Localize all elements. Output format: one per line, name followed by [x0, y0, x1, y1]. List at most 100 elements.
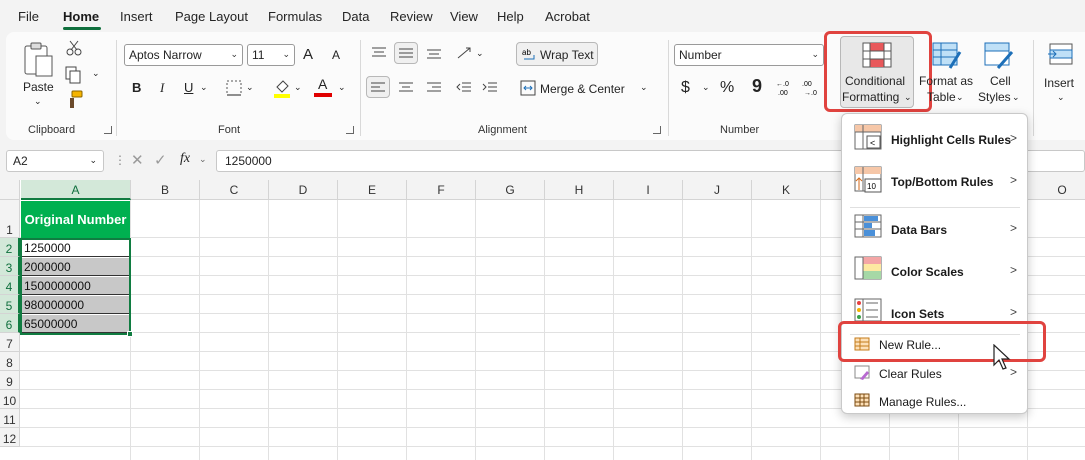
menu-item-color-scales[interactable]: Color Scales >: [842, 252, 1027, 290]
menu-item-top-bottom-rules[interactable]: 10 Top/Bottom Rules >: [842, 164, 1027, 202]
column-header[interactable]: I: [614, 180, 683, 200]
row-header[interactable]: 5: [0, 295, 20, 314]
tab-review[interactable]: Review: [390, 9, 433, 24]
menu-item-manage-rules[interactable]: Manage Rules...: [842, 388, 1027, 414]
fill-handle[interactable]: [127, 331, 133, 337]
column-header[interactable]: C: [200, 180, 269, 200]
row-header[interactable]: 10: [0, 390, 20, 409]
decrease-indent-icon[interactable]: [456, 81, 472, 95]
underline-button[interactable]: U: [184, 80, 193, 95]
decrease-decimal-icon[interactable]: .00→.0: [802, 78, 822, 98]
more-options-icon[interactable]: ⋮: [114, 153, 126, 167]
align-right-icon[interactable]: [426, 81, 442, 95]
font-color-icon[interactable]: A: [314, 76, 332, 98]
row-header[interactable]: 2: [0, 238, 20, 257]
row-header[interactable]: 4: [0, 276, 20, 295]
orientation-chevron-icon[interactable]: ⌄: [476, 48, 484, 59]
borders-icon[interactable]: [226, 80, 242, 96]
format-as-table-label-1[interactable]: Format as: [919, 74, 973, 88]
paste-label[interactable]: Paste: [23, 80, 54, 94]
underline-chevron-icon[interactable]: ⌄: [200, 82, 208, 93]
tab-view[interactable]: View: [450, 9, 478, 24]
tab-formulas[interactable]: Formulas: [268, 9, 322, 24]
font-size-combo[interactable]: 11 ⌄: [247, 44, 295, 66]
paste-icon[interactable]: [22, 40, 54, 78]
number-format-combo[interactable]: Number ⌄: [674, 44, 824, 66]
insert-chevron-icon[interactable]: ⌄: [1057, 92, 1065, 103]
insert-cells-icon[interactable]: [1046, 42, 1076, 70]
currency-button[interactable]: $: [681, 79, 690, 97]
column-header[interactable]: F: [407, 180, 476, 200]
increase-indent-icon[interactable]: [482, 81, 498, 95]
format-as-table-label-2[interactable]: Table: [927, 90, 956, 104]
font-name-combo[interactable]: Aptos Narrow ⌄: [124, 44, 243, 66]
tab-file[interactable]: File: [18, 9, 39, 24]
insert-label[interactable]: Insert: [1044, 76, 1074, 90]
tab-insert[interactable]: Insert: [120, 9, 153, 24]
cell-styles-label-2[interactable]: Styles: [978, 90, 1011, 104]
enter-icon[interactable]: ✓: [154, 151, 167, 169]
font-color-chevron-icon[interactable]: ⌄: [338, 82, 346, 93]
bold-button[interactable]: B: [132, 80, 141, 95]
name-box[interactable]: A2 ⌄: [6, 150, 104, 172]
formula-chevron-icon[interactable]: ⌄: [199, 154, 207, 165]
paste-chevron-icon[interactable]: ⌄: [34, 96, 42, 107]
format-as-table-chevron-icon[interactable]: ⌄: [956, 92, 964, 103]
copy-chevron-icon[interactable]: ⌄: [92, 68, 100, 79]
column-header[interactable]: H: [545, 180, 614, 200]
borders-chevron-icon[interactable]: ⌄: [246, 82, 254, 93]
row-header[interactable]: 3: [0, 257, 20, 276]
table-header-cell[interactable]: Original Number: [21, 201, 130, 238]
column-header[interactable]: B: [131, 180, 200, 200]
column-header[interactable]: O: [1028, 180, 1085, 200]
format-as-table-icon[interactable]: [932, 42, 962, 70]
row-header[interactable]: 8: [0, 352, 20, 371]
row-header[interactable]: 6: [0, 314, 20, 333]
column-header[interactable]: E: [338, 180, 407, 200]
font-launcher-icon[interactable]: [346, 126, 354, 134]
cell-styles-chevron-icon[interactable]: ⌄: [1012, 92, 1020, 103]
format-painter-icon[interactable]: [64, 90, 84, 110]
menu-item-data-bars[interactable]: Data Bars >: [842, 210, 1027, 248]
tab-help[interactable]: Help: [497, 9, 524, 24]
tab-data[interactable]: Data: [342, 9, 369, 24]
increase-decimal-icon[interactable]: ←.0.00: [776, 78, 796, 98]
copy-icon[interactable]: [64, 66, 82, 84]
tab-acrobat[interactable]: Acrobat: [545, 9, 590, 24]
merge-chevron-icon[interactable]: ⌄: [640, 82, 648, 93]
merge-center-icon[interactable]: [520, 80, 536, 96]
column-header[interactable]: D: [269, 180, 338, 200]
merge-center-label[interactable]: Merge & Center: [540, 82, 625, 96]
cell-styles-label-1[interactable]: Cell: [990, 74, 1011, 88]
row-header[interactable]: 1: [0, 200, 20, 238]
row-header[interactable]: 12: [0, 428, 20, 447]
insert-function-icon[interactable]: fx: [180, 151, 190, 167]
tab-home[interactable]: Home: [63, 9, 99, 24]
column-header[interactable]: A: [21, 180, 131, 200]
grow-font-icon[interactable]: A: [303, 46, 313, 63]
orientation-icon[interactable]: [456, 44, 474, 62]
italic-button[interactable]: I: [160, 80, 164, 96]
row-header[interactable]: 7: [0, 333, 20, 352]
align-bottom-icon[interactable]: [426, 46, 442, 60]
row-header[interactable]: 11: [0, 409, 20, 428]
column-header[interactable]: K: [752, 180, 821, 200]
fill-color-chevron-icon[interactable]: ⌄: [294, 82, 302, 93]
menu-item-highlight-cells-rules[interactable]: < Highlight Cells Rules >: [842, 122, 1027, 160]
align-top-icon[interactable]: [371, 46, 387, 60]
shrink-font-icon[interactable]: A: [332, 48, 340, 62]
clipboard-launcher-icon[interactable]: [104, 126, 112, 134]
fill-color-icon[interactable]: [273, 78, 291, 98]
column-header[interactable]: G: [476, 180, 545, 200]
select-all-corner[interactable]: [0, 180, 20, 200]
comma-style-button[interactable]: 9: [752, 76, 762, 97]
cell-styles-icon[interactable]: [984, 42, 1014, 70]
percent-button[interactable]: %: [720, 79, 734, 97]
tab-page-layout[interactable]: Page Layout: [175, 9, 248, 24]
currency-chevron-icon[interactable]: ⌄: [702, 82, 710, 93]
cancel-icon[interactable]: ✕: [131, 151, 144, 169]
align-center-icon[interactable]: [398, 81, 414, 95]
alignment-launcher-icon[interactable]: [653, 126, 661, 134]
cut-icon[interactable]: [66, 40, 82, 56]
column-header[interactable]: J: [683, 180, 752, 200]
